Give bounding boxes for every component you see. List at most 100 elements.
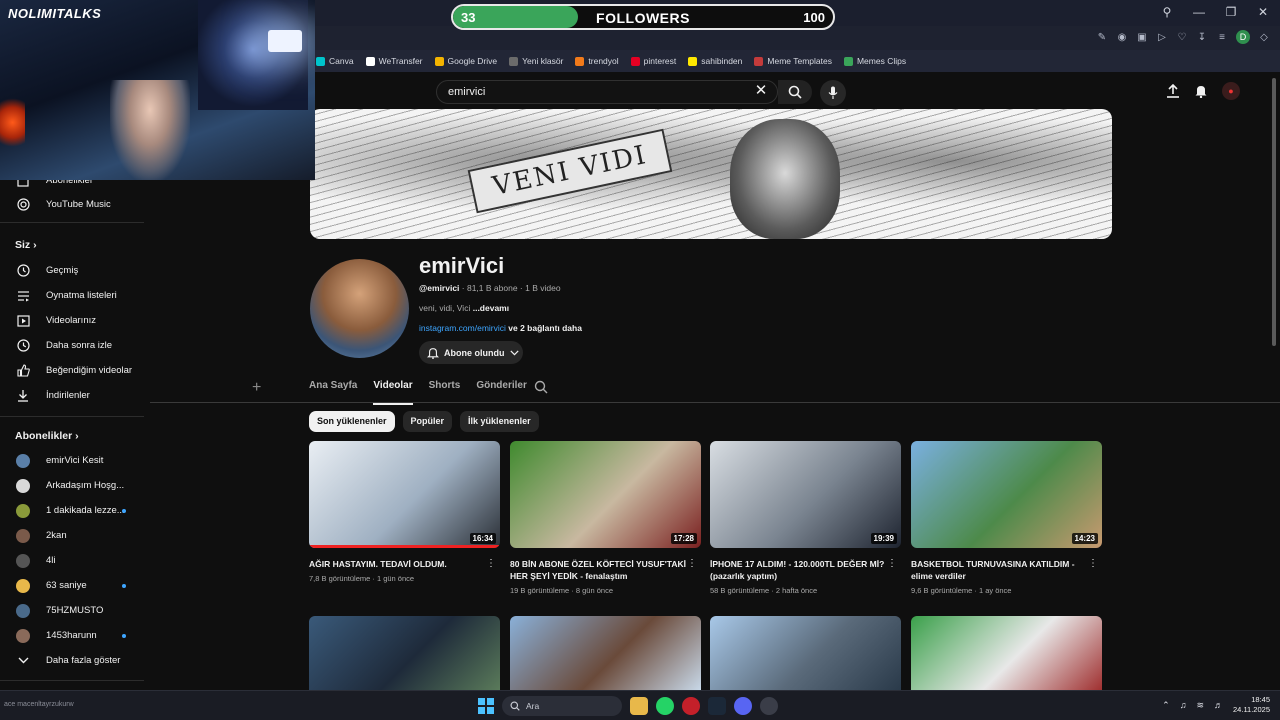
video-thumbnail[interactable] [911, 616, 1102, 690]
video-title[interactable]: İPHONE 17 ALDIM! - 120.000TL DEĞER Mİ? (… [710, 558, 888, 582]
windows-start-icon[interactable] [478, 698, 494, 714]
subscription-item[interactable]: 1453harunn [0, 623, 150, 648]
video-thumbnail[interactable] [510, 616, 701, 690]
tab-shorts[interactable]: Shorts [429, 376, 461, 402]
bookmark-item[interactable]: Meme Templates [754, 56, 832, 66]
sidebar-item-liked-videos[interactable]: Beğendiğim videolar [0, 358, 150, 383]
bookmark-item[interactable]: Google Drive [434, 56, 497, 66]
channel-link-url[interactable]: instagram.com/emirvici [419, 323, 506, 333]
video-thumbnail[interactable] [309, 616, 500, 690]
video-thumbnail[interactable]: 17:28 [510, 441, 701, 548]
sidebar-item-downloads[interactable]: İndirilenler [0, 383, 150, 408]
extension-icon[interactable]: ◇ [1258, 32, 1270, 43]
more-options-icon[interactable]: ⋮ [687, 558, 697, 569]
sidebar-you-header[interactable]: Siz › [15, 239, 37, 251]
notifications-icon[interactable] [1194, 84, 1208, 98]
channel-desc-more[interactable]: ...devamı [473, 303, 509, 313]
account-avatar[interactable]: ● [1222, 82, 1240, 100]
tab-gönderiler[interactable]: Gönderiler [476, 376, 527, 402]
page-scrollbar[interactable] [1272, 78, 1276, 346]
maximize-icon[interactable]: ❐ [1224, 5, 1238, 19]
more-options-icon[interactable]: ⋮ [1088, 558, 1098, 569]
minimize-icon[interactable]: — [1192, 5, 1206, 19]
voice-search-button[interactable] [820, 80, 846, 106]
opera-icon[interactable] [682, 697, 700, 715]
sort-chip[interactable]: Son yüklenenler [309, 411, 395, 432]
show-more-button[interactable]: Daha fazla göster [0, 648, 150, 673]
sidebar-item-youtube-music[interactable]: YouTube Music [0, 192, 150, 217]
subscription-item[interactable]: 4li [0, 548, 150, 573]
steam-icon[interactable] [708, 697, 726, 715]
taskbar-search[interactable]: Ara [502, 696, 622, 716]
close-icon[interactable]: ✕ [1256, 5, 1270, 19]
profile-avatar[interactable]: D [1236, 30, 1250, 44]
video-card[interactable]: 19:39 İPHONE 17 ALDIM! - 120.000TL DEĞER … [710, 441, 901, 595]
video-thumbnail[interactable]: 16:34 [309, 441, 500, 548]
subscription-avatar [16, 628, 30, 643]
menu-icon[interactable]: ≡ [1216, 32, 1228, 43]
video-card[interactable]: 14:23 BASKETBOL TURNUVASINA KATILDIM - el… [911, 441, 1102, 595]
volume-icon[interactable]: ♬ [1214, 700, 1223, 710]
microphone-icon[interactable]: ♫ [1180, 700, 1187, 710]
bookmark-item[interactable]: sahibinden [688, 56, 742, 66]
search-icon[interactable]: ⚲ [1160, 5, 1174, 19]
search-button[interactable] [778, 80, 812, 104]
video-title[interactable]: 80 BİN ABONE ÖZEL KÖFTECİ YUSUF'TAKİ HER… [510, 558, 688, 582]
discord-icon[interactable] [734, 697, 752, 715]
bookmark-item[interactable]: pinterest [630, 56, 676, 66]
video-card[interactable]: 17:28 80 BİN ABONE ÖZEL KÖFTECİ YUSUF'TAK… [510, 441, 701, 595]
upload-icon[interactable] [1166, 84, 1180, 98]
tab-ana-sayfa[interactable]: Ana Sayfa [309, 376, 357, 402]
subscribed-button[interactable]: Abone olundu [419, 341, 523, 364]
video-thumbnail[interactable] [710, 616, 901, 690]
video-title[interactable]: BASKETBOL TURNUVASINA KATILDIM - elime v… [911, 558, 1089, 582]
channel-link-suffix[interactable]: ve 2 bağlantı daha [506, 323, 582, 333]
bookmark-item[interactable]: WeTransfer [365, 56, 423, 66]
video-title[interactable]: AĞIR HASTAYIM. TEDAVİ OLDUM. [309, 558, 487, 570]
tab-videolar[interactable]: Videolar [373, 376, 413, 405]
bookmark-item[interactable]: Yeni klasör [509, 56, 563, 66]
channel-search-icon[interactable] [534, 380, 548, 394]
sort-chip[interactable]: İlk yüklenenler [460, 411, 539, 432]
video-thumbnail[interactable]: 14:23 [911, 441, 1102, 548]
search-input[interactable] [448, 86, 748, 98]
video-thumbnail[interactable]: 19:39 [710, 441, 901, 548]
sidebar-item-watch-later[interactable]: Daha sonra izle [0, 333, 150, 358]
more-options-icon[interactable]: ⋮ [887, 558, 897, 569]
channel-description[interactable]: veni, vidi, Vici ...devamı [419, 303, 509, 313]
subscription-item[interactable]: 75HZMUSTO [0, 598, 150, 623]
sidebar-item-history[interactable]: Geçmiş [0, 258, 150, 283]
heart-icon[interactable]: ♡ [1176, 32, 1188, 43]
subscription-item[interactable]: 63 saniye [0, 573, 150, 598]
sidebar-item-your-videos[interactable]: Videolarınız [0, 308, 150, 333]
bookmark-item[interactable]: trendyol [575, 56, 619, 66]
bookmark-favicon-icon [316, 56, 325, 66]
settings-icon[interactable] [760, 697, 778, 715]
download-icon[interactable]: ↧ [1196, 32, 1208, 43]
video-card[interactable]: 16:34 AĞIR HASTAYIM. TEDAVİ OLDUM. 7,8 B g… [309, 441, 500, 583]
subscription-item[interactable]: 1 dakikada lezze... [0, 498, 150, 523]
subscription-item[interactable]: Arkadaşım Hoşg... [0, 473, 150, 498]
channel-links[interactable]: instagram.com/emirvici ve 2 bağlantı dah… [419, 323, 582, 333]
screenshot-icon[interactable]: ▣ [1136, 32, 1148, 43]
sidebar-subscriptions-header[interactable]: Abonelikler › [15, 430, 79, 442]
bookmark-item[interactable]: Canva [316, 56, 354, 66]
edit-icon[interactable]: ✎ [1096, 32, 1108, 43]
play-icon[interactable]: ▷ [1156, 32, 1168, 43]
clear-search-icon[interactable]: ✕ [752, 82, 770, 100]
taskbar-clock[interactable]: 18:45 24.11.2025 [1233, 695, 1270, 715]
sort-chip[interactable]: Popüler [402, 411, 453, 432]
subscription-item[interactable]: emirVici Kesit [0, 448, 150, 473]
more-options-icon[interactable]: ⋮ [486, 558, 496, 569]
wifi-icon[interactable]: ≋ [1196, 700, 1204, 711]
channel-avatar[interactable] [310, 259, 409, 358]
video-meta: 7,8 B görüntüleme · 1 gün önce [309, 574, 415, 583]
tray-chevron-up-icon[interactable]: ⌃ [1162, 700, 1170, 711]
file-explorer-icon[interactable] [630, 697, 648, 715]
bookmark-item[interactable]: Memes Clips [843, 56, 906, 66]
sidebar-item-playlists[interactable]: Oynatma listeleri [0, 283, 150, 308]
camera-icon[interactable]: ◉ [1116, 32, 1128, 43]
subscription-label: 4li [46, 555, 56, 566]
whatsapp-icon[interactable] [656, 697, 674, 715]
subscription-item[interactable]: 2kan [0, 523, 150, 548]
